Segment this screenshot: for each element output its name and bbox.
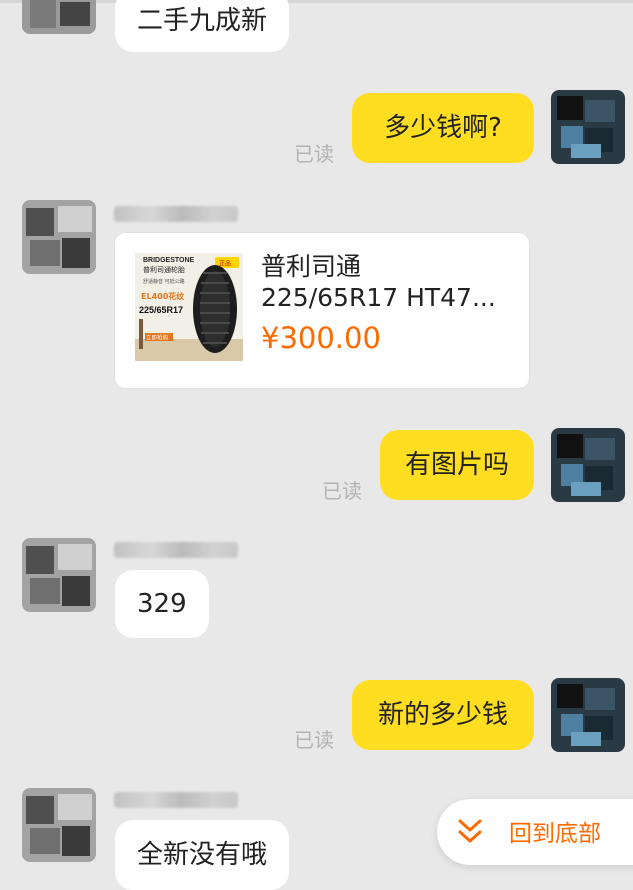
product-title: 普利司通 225/65R17 HT47... (261, 251, 511, 313)
product-card[interactable]: BRIDGESTONE 普利司通轮胎 正品 舒适静音 可抵公路 EL400花纹 … (115, 233, 529, 388)
image-brand-text: BRIDGESTONE (143, 257, 195, 264)
product-image: BRIDGESTONE 普利司通轮胎 正品 舒适静音 可抵公路 EL400花纹 … (135, 253, 243, 361)
message-text: 329 (137, 589, 187, 619)
message-text: 多少钱啊? (384, 113, 502, 143)
contact-avatar[interactable] (22, 200, 96, 274)
back-to-bottom-button[interactable]: 回到底部 (437, 799, 633, 865)
message-text: 有图片吗 (404, 450, 509, 480)
message-bubble-incoming[interactable]: 全新没有哦 (115, 820, 290, 890)
message-bubble-outgoing[interactable]: 新的多少钱 (352, 680, 534, 750)
contact-name-blurred (114, 206, 238, 222)
contact-avatar[interactable] (22, 538, 96, 612)
image-size-text: 225/65R17 (139, 305, 183, 315)
contact-avatar[interactable] (22, 0, 96, 34)
contact-avatar[interactable] (22, 788, 96, 862)
message-text: 二手九成新 (137, 6, 268, 36)
message-bubble-outgoing[interactable]: 有图片吗 (380, 430, 534, 500)
message-bubble-incoming[interactable]: 329 (115, 570, 209, 638)
read-status: 已读 (322, 479, 362, 503)
message-bubble-outgoing[interactable]: 多少钱啊? (352, 93, 534, 163)
message-bubble-incoming[interactable]: 二手九成新 (115, 0, 290, 52)
image-model-text: EL400花纹 (141, 291, 185, 301)
product-title-line2: 225/65R17 HT47... (261, 283, 496, 312)
message-text: 全新没有哦 (137, 840, 268, 870)
message-text: 新的多少钱 (377, 700, 508, 730)
contact-name-blurred (114, 792, 238, 808)
read-status: 已读 (294, 142, 334, 166)
my-avatar[interactable] (551, 90, 625, 164)
image-subtitle-text: 普利司通轮胎 (143, 265, 185, 274)
double-chevron-down-icon (458, 819, 482, 843)
image-button-text: 立即抢购 (146, 334, 169, 342)
read-status: 已读 (294, 728, 334, 752)
my-avatar[interactable] (551, 678, 625, 752)
contact-name-blurred (114, 542, 238, 558)
image-tagline-text: 舒适静音 可抵公路 (143, 278, 185, 285)
product-title-line1: 普利司通 (261, 252, 362, 281)
back-to-bottom-label: 回到底部 (509, 821, 601, 847)
image-badge-text: 正品 (219, 261, 231, 268)
my-avatar[interactable] (551, 428, 625, 502)
product-price: ¥300.00 (261, 321, 381, 355)
